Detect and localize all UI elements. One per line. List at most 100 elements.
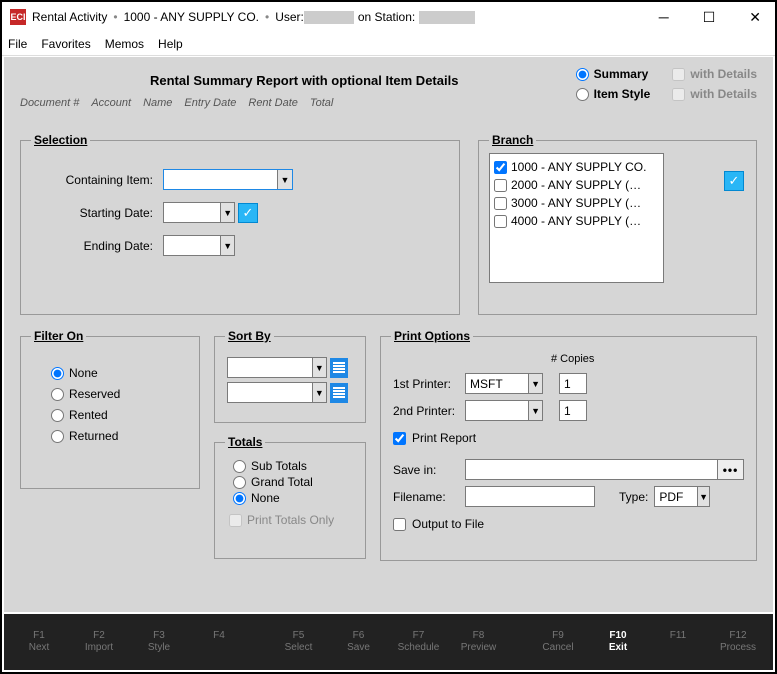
save-in-browse-button[interactable]: ••• [717, 460, 743, 479]
branch-item-check[interactable] [494, 179, 507, 192]
printer1-field[interactable]: ▼ [465, 373, 543, 394]
filter-none-radio[interactable] [51, 367, 64, 380]
menu-help[interactable]: Help [158, 37, 183, 51]
fkey-f10[interactable]: F10Exit [595, 630, 641, 655]
ending-date-dropdown-button[interactable]: ▼ [220, 236, 234, 255]
mode-item-details[interactable]: with Details [672, 87, 757, 101]
sort-dropdown-button-1[interactable]: ▼ [312, 358, 326, 377]
filename-input[interactable] [465, 486, 595, 507]
sort-dropdown-button-2[interactable]: ▼ [312, 383, 326, 402]
title-company: 1000 - ANY SUPPLY CO. [124, 10, 259, 24]
branch-item[interactable]: 4000 - ANY SUPPLY (… [494, 212, 659, 230]
branch-item-label: 2000 - ANY SUPPLY (… [511, 178, 641, 192]
totals-none-radio[interactable] [233, 492, 246, 505]
close-button[interactable]: ✕ [743, 7, 767, 28]
totals-sub-radio[interactable] [233, 460, 246, 473]
print-options-group: Print Options # Copies 1st Printer: ▼ 1 … [380, 329, 757, 561]
branch-item[interactable]: 2000 - ANY SUPPLY (… [494, 176, 659, 194]
type-field[interactable]: ▼ [654, 486, 710, 507]
menu-file[interactable]: File [8, 37, 27, 51]
mode-item-details-label: with Details [690, 87, 757, 101]
branch-list[interactable]: 1000 - ANY SUPPLY CO. 2000 - ANY SUPPLY … [489, 153, 664, 283]
mode-item-details-check[interactable] [672, 88, 685, 101]
copies1-field[interactable]: 1 [559, 373, 587, 394]
client-area: Rental Summary Report with optional Item… [4, 57, 773, 612]
fkey-f11[interactable]: F11 [655, 630, 701, 655]
sort-input-2[interactable] [228, 383, 312, 402]
sort-input-1[interactable] [228, 358, 312, 377]
totals-none-label: None [251, 491, 280, 505]
mode-summary-details-check[interactable] [672, 68, 685, 81]
fkey-f3[interactable]: F3Style [136, 630, 182, 655]
totals-sub[interactable]: Sub Totals [233, 459, 351, 473]
fkey-f1[interactable]: F1Next [16, 630, 62, 655]
type-input[interactable] [655, 487, 696, 506]
mode-summary-details[interactable]: with Details [672, 67, 757, 81]
fkey-f9[interactable]: F9Cancel [535, 630, 581, 655]
fkey-f6[interactable]: F6Save [336, 630, 382, 655]
mode-item-style[interactable]: Item Style [576, 87, 651, 101]
print-totals-only[interactable]: Print Totals Only [229, 513, 351, 527]
type-dropdown-button[interactable]: ▼ [697, 487, 710, 506]
fkey-f7[interactable]: F7Schedule [396, 630, 442, 655]
fkey-f8[interactable]: F8Preview [456, 630, 502, 655]
filter-reserved-radio[interactable] [51, 388, 64, 401]
containing-item-input[interactable] [164, 170, 277, 189]
title-station-value [419, 11, 475, 24]
sort-order-icon-2[interactable] [330, 383, 348, 403]
containing-item-dropdown-button[interactable]: ▼ [277, 170, 292, 189]
starting-date-toggle[interactable]: ✓ [238, 203, 258, 223]
mode-summary[interactable]: Summary [576, 67, 651, 81]
fkey-f5[interactable]: F5Select [276, 630, 322, 655]
branch-select-all-toggle[interactable]: ✓ [724, 171, 744, 191]
totals-grand-radio[interactable] [233, 476, 246, 489]
type-label: Type: [619, 490, 648, 504]
filter-rented-radio[interactable] [51, 409, 64, 422]
sort-order-icon-1[interactable] [330, 358, 348, 378]
filter-reserved-label: Reserved [69, 387, 120, 401]
fkey-f12[interactable]: F12Process [715, 630, 761, 655]
filter-returned[interactable]: Returned [51, 429, 183, 443]
filter-reserved[interactable]: Reserved [51, 387, 183, 401]
filter-returned-radio[interactable] [51, 430, 64, 443]
print-totals-only-check[interactable] [229, 514, 242, 527]
starting-date-field[interactable]: ▼ [163, 202, 235, 223]
filter-rented[interactable]: Rented [51, 408, 183, 422]
branch-item-check[interactable] [494, 161, 507, 174]
printer2-input[interactable] [466, 401, 528, 420]
sort-field-2[interactable]: ▼ [227, 382, 327, 403]
ending-date-field[interactable]: ▼ [163, 235, 235, 256]
printer1-label: 1st Printer: [393, 377, 459, 391]
containing-item-field[interactable]: ▼ [163, 169, 293, 190]
printer2-dropdown-button[interactable]: ▼ [528, 401, 542, 420]
menu-favorites[interactable]: Favorites [41, 37, 90, 51]
copies2-field[interactable]: 1 [559, 400, 587, 421]
starting-date-input[interactable] [164, 203, 220, 222]
ending-date-input[interactable] [164, 236, 220, 255]
totals-none[interactable]: None [233, 491, 351, 505]
maximize-button[interactable]: ☐ [697, 7, 722, 28]
branch-item-check[interactable] [494, 215, 507, 228]
output-to-file-check[interactable] [393, 518, 406, 531]
totals-grand[interactable]: Grand Total [233, 475, 351, 489]
sort-field-1[interactable]: ▼ [227, 357, 327, 378]
printer1-dropdown-button[interactable]: ▼ [528, 374, 542, 393]
mode-item-style-radio[interactable] [576, 88, 589, 101]
printer2-field[interactable]: ▼ [465, 400, 543, 421]
save-in-field[interactable]: ••• [465, 459, 744, 480]
save-in-input[interactable] [466, 463, 717, 477]
branch-item[interactable]: 3000 - ANY SUPPLY (… [494, 194, 659, 212]
menu-memos[interactable]: Memos [105, 37, 144, 51]
title-app: Rental Activity [32, 10, 107, 24]
printer1-input[interactable] [466, 374, 528, 393]
filter-none[interactable]: None [51, 366, 183, 380]
fkey-f2[interactable]: F2Import [76, 630, 122, 655]
branch-item[interactable]: 1000 - ANY SUPPLY CO. [494, 158, 659, 176]
print-report-check[interactable] [393, 432, 406, 445]
copies2-value: 1 [564, 404, 571, 418]
branch-item-check[interactable] [494, 197, 507, 210]
minimize-button[interactable]: ─ [653, 7, 675, 28]
mode-summary-radio[interactable] [576, 68, 589, 81]
fkey-f4[interactable]: F4 [196, 630, 242, 655]
starting-date-dropdown-button[interactable]: ▼ [220, 203, 234, 222]
